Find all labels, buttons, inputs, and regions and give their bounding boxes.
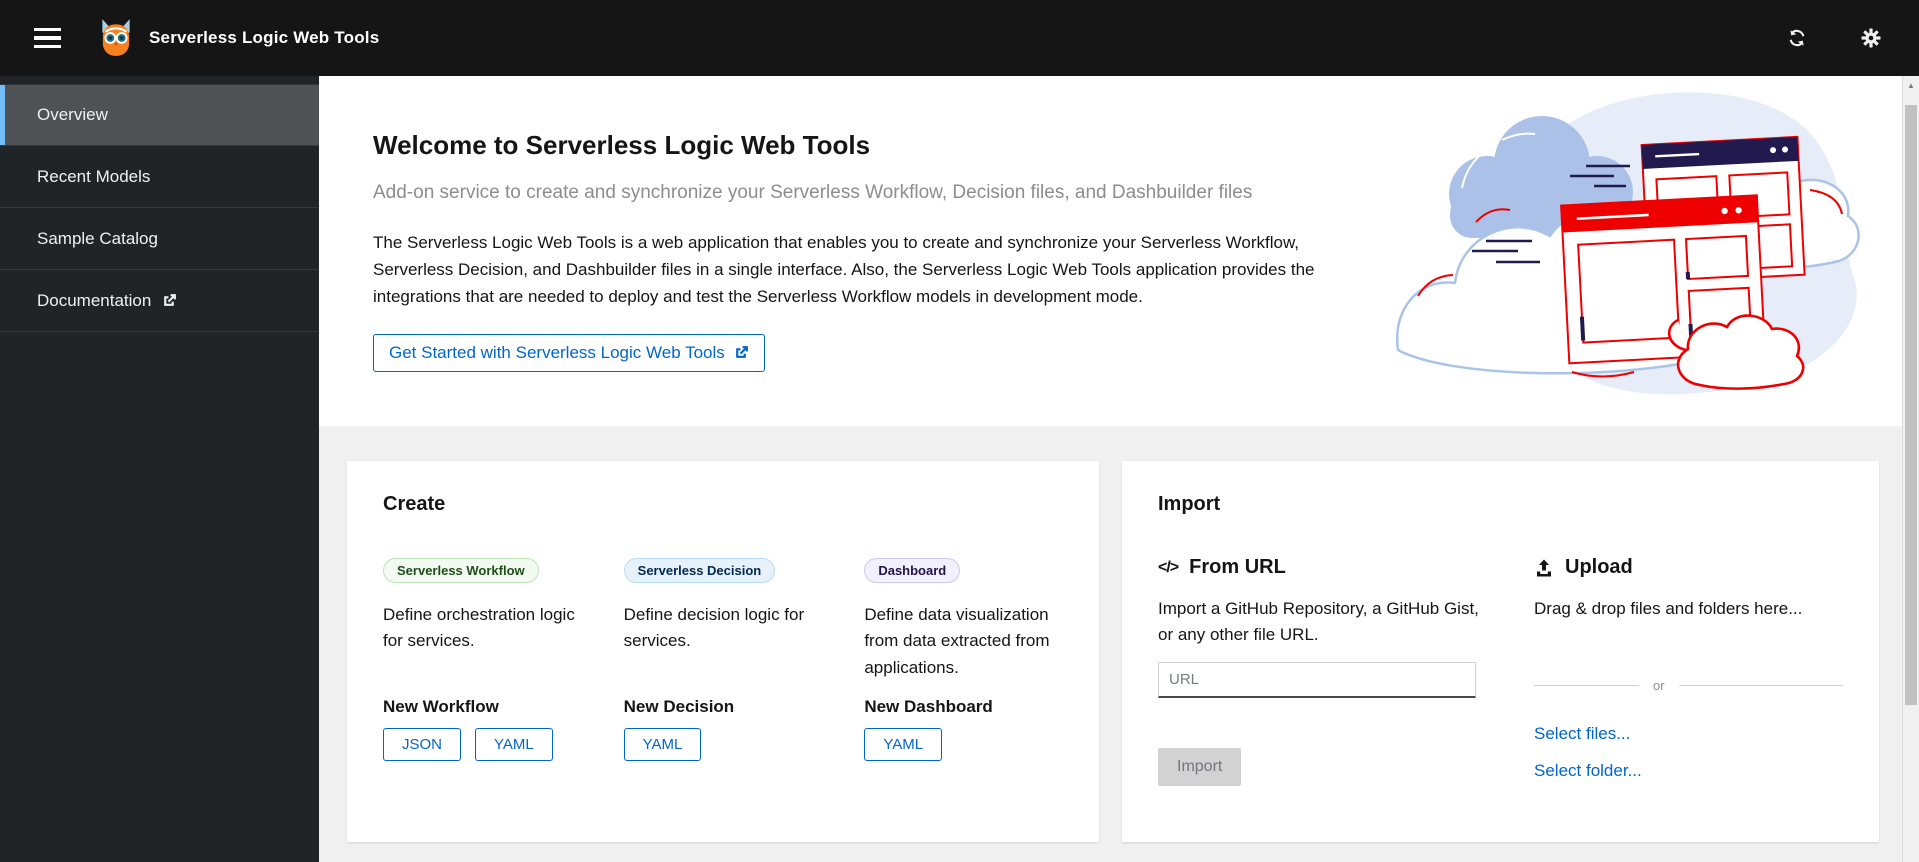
new-decision-heading: New Decision — [623, 697, 735, 716]
new-workflow-json-button[interactable]: JSON — [383, 728, 462, 761]
import-from-url-column: </> From URL Import a GitHub Repository,… — [1158, 556, 1488, 786]
dashboard-description: Define data visualization from data extr… — [864, 605, 1050, 677]
welcome-illustration — [1390, 88, 1890, 406]
sync-icon[interactable] — [1783, 24, 1811, 52]
masthead-actions — [1783, 24, 1885, 52]
sidebar-item-documentation[interactable]: Documentation — [0, 270, 319, 332]
from-url-heading: </> From URL — [1158, 556, 1488, 579]
upload-label: Upload — [1565, 556, 1633, 578]
divider-line — [1534, 684, 1639, 686]
sidebar-item-sample-catalog[interactable]: Sample Catalog — [0, 208, 319, 270]
external-link-icon — [734, 345, 749, 360]
select-files-link[interactable]: Select files... — [1534, 724, 1843, 744]
create-card: Create Serverless Workflow Define orches… — [347, 461, 1099, 842]
url-input[interactable] — [1158, 662, 1476, 698]
get-started-button[interactable]: Get Started with Serverless Logic Web To… — [373, 333, 765, 372]
welcome-section: Welcome to Serverless Logic Web Tools Ad… — [319, 76, 1919, 426]
create-column-decision: Serverless Decision Define decision logi… — [623, 558, 823, 761]
app-title: Serverless Logic Web Tools — [149, 28, 380, 47]
upload-icon — [1534, 558, 1554, 578]
sidebar-item-label: Overview — [37, 105, 108, 124]
settings-gear-icon[interactable] — [1857, 24, 1885, 52]
cards-section: Create Serverless Workflow Define orches… — [319, 426, 1919, 862]
masthead: Serverless Logic Web Tools — [0, 0, 1919, 76]
scroll-up-arrow-icon[interactable]: ▲ — [1903, 76, 1919, 94]
create-card-title: Create — [383, 493, 446, 515]
sidebar-item-label: Documentation — [37, 290, 152, 310]
workflow-description: Define orchestration logic for services. — [383, 605, 575, 651]
decision-description: Define decision logic for services. — [623, 605, 805, 651]
sidebar-nav: Overview Recent Models Sample Catalog Do… — [0, 76, 319, 862]
new-dashboard-yaml-button[interactable]: YAML — [864, 728, 943, 761]
new-decision-yaml-button[interactable]: YAML — [623, 728, 702, 761]
owl-logo-icon — [95, 18, 137, 58]
nav-toggle-button[interactable] — [22, 18, 73, 59]
from-url-label: From URL — [1189, 556, 1286, 578]
from-url-description: Import a GitHub Repository, a GitHub Gis… — [1158, 599, 1479, 644]
code-icon: </> — [1158, 558, 1179, 576]
upload-description: Drag & drop files and folders here... — [1534, 599, 1803, 618]
hamburger-icon — [34, 27, 61, 32]
sidebar-item-label: Recent Models — [37, 166, 151, 186]
serverless-workflow-badge: Serverless Workflow — [383, 558, 539, 583]
import-upload-column: Upload Drag & drop files and folders her… — [1534, 556, 1843, 786]
divider-line — [1678, 684, 1843, 686]
create-column-dashboard: Dashboard Define data visualization from… — [864, 558, 1063, 761]
scrollbar-thumb[interactable] — [1905, 105, 1917, 705]
vertical-scrollbar[interactable]: ▲ — [1902, 76, 1919, 862]
welcome-description: The Serverless Logic Web Tools is a web … — [373, 233, 1315, 306]
page-title: Welcome to Serverless Logic Web Tools — [373, 130, 871, 160]
divider-or-label: or — [1653, 677, 1665, 693]
main-content: Welcome to Serverless Logic Web Tools Ad… — [319, 76, 1919, 862]
dashboard-badge: Dashboard — [864, 558, 961, 583]
external-link-icon — [162, 293, 177, 308]
new-workflow-heading: New Workflow — [383, 697, 499, 716]
sidebar-item-recent-models[interactable]: Recent Models — [0, 146, 319, 208]
create-column-workflow: Serverless Workflow Define orchestration… — [383, 558, 582, 761]
get-started-label: Get Started with Serverless Logic Web To… — [389, 342, 725, 362]
page-subtitle: Add-on service to create and synchronize… — [373, 182, 1253, 203]
import-card-title: Import — [1158, 493, 1221, 515]
sidebar-item-overview[interactable]: Overview — [0, 84, 319, 146]
import-card: Import </> From URL Import a GitHub Repo… — [1122, 461, 1879, 842]
sidebar-item-label: Sample Catalog — [37, 228, 158, 248]
or-divider: or — [1534, 678, 1843, 693]
serverless-decision-badge: Serverless Decision — [623, 558, 776, 583]
import-button[interactable]: Import — [1158, 748, 1242, 786]
brand: Serverless Logic Web Tools — [95, 18, 379, 58]
new-workflow-yaml-button[interactable]: YAML — [475, 728, 553, 761]
upload-heading: Upload — [1534, 556, 1843, 579]
page-body: Overview Recent Models Sample Catalog Do… — [0, 76, 1919, 862]
select-folder-link[interactable]: Select folder... — [1534, 761, 1843, 781]
new-dashboard-heading: New Dashboard — [864, 697, 993, 716]
